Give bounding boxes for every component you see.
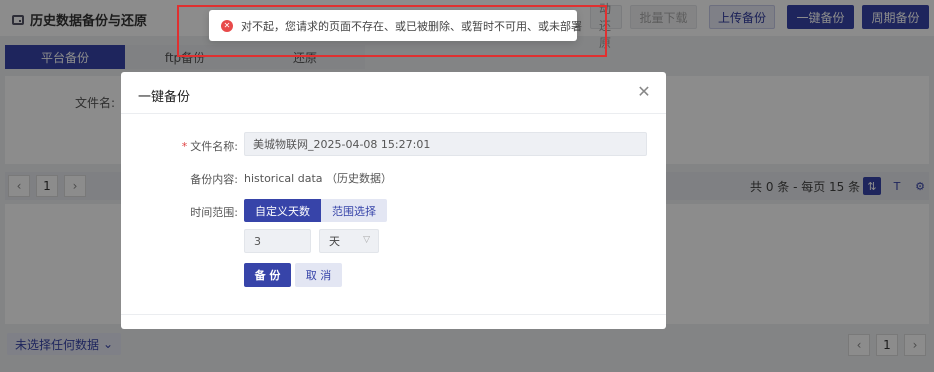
dialog-header: 一键备份 ✕: [121, 72, 666, 114]
unit-value: 天: [329, 235, 340, 248]
range-label: 时间范围:: [190, 206, 238, 219]
content-value: historical data （历史数据）: [244, 172, 392, 185]
filename-label: * 文件名称:: [181, 140, 238, 153]
unit-select[interactable]: 天 ▽: [319, 229, 379, 253]
error-highlight-box: [177, 5, 607, 57]
dialog-footer-divider: [121, 314, 666, 315]
backup-button[interactable]: 备 份: [244, 263, 291, 287]
content-label: 备份内容:: [190, 173, 238, 186]
chevron-down-icon: ▽: [363, 235, 370, 245]
close-icon[interactable]: ✕: [636, 84, 652, 100]
required-marker: *: [181, 140, 188, 153]
range-mode-toggle: 自定义天数 范围选择: [244, 199, 387, 222]
days-input[interactable]: 3: [244, 229, 311, 253]
range-select-option[interactable]: 范围选择: [321, 199, 387, 222]
cancel-button[interactable]: 取 消: [295, 263, 342, 287]
dialog-title: 一键备份: [138, 90, 191, 105]
one-key-backup-dialog: 一键备份 ✕ * 文件名称: 美城物联网_2025-04-08 15:27:01 …: [121, 72, 666, 329]
filename-field[interactable]: 美城物联网_2025-04-08 15:27:01: [244, 132, 647, 156]
custom-days-option[interactable]: 自定义天数: [244, 199, 321, 222]
